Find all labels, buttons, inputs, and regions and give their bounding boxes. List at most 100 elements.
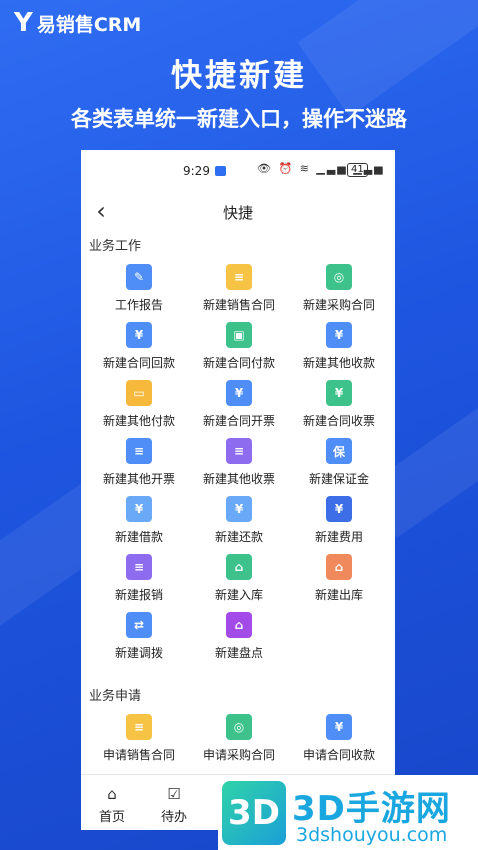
quick-create-item[interactable]: ¥ 新建还款 (189, 490, 289, 548)
icon-glyph: ⇄ (133, 618, 145, 632)
brand-mark-icon: Y (14, 8, 33, 38)
icon-glyph: ✎ (133, 270, 145, 284)
stock-out-icon: ⌂ (326, 554, 352, 580)
home-icon: ⌂ (107, 785, 117, 803)
icon-glyph: ¥ (334, 720, 344, 734)
todo-icon: ☑ (167, 785, 181, 803)
page-title: 快捷 (222, 204, 253, 222)
quick-create-grid-work: ✎ 工作报告 ≡ 新建销售合同 ◎ 新建采购合同 ¥ 新建合同回款 ▣ 新建合同付款 ¥ 新建其他收款… (89, 258, 389, 664)
notification-icon (215, 166, 226, 176)
quick-create-grid-apply: ≡ 申请销售合同 ◎ 申请采购合同 ¥ 申请合同收款 (89, 708, 389, 766)
hero-subtitle: 各类表单统一新建入口，操作不迷路 (71, 107, 407, 131)
quick-create-label: 申请采购合同 (202, 748, 275, 762)
quick-create-label: 申请合同收款 (302, 748, 375, 762)
apply-contract-receipt-icon: ¥ (326, 714, 352, 740)
section-title-work: 业务工作 (89, 239, 142, 254)
quick-create-label: 新建合同收票 (302, 414, 375, 428)
icon-glyph: ¥ (234, 502, 244, 516)
phone-screen: 9:29 👁 ⏰ ≋ ▁▃▅ ▁▃▅ 41 ‹ 快捷 业务工作 ✎ 工作报告 ≡ 新建… (81, 150, 395, 830)
quick-create-item[interactable]: ¥ 新建其他收款 (289, 316, 389, 374)
icon-glyph: ⌂ (234, 560, 244, 574)
icon-glyph: ¥ (334, 328, 344, 342)
status-bar: 9:29 👁 ⏰ ≋ ▁▃▅ ▁▃▅ 41 (81, 150, 395, 192)
apply-purchase-contract-icon: ◎ (226, 714, 252, 740)
quick-create-label: 新建调拨 (114, 646, 163, 660)
transfer-icon: ⇄ (126, 612, 152, 638)
purchase-contract-icon: ◎ (326, 264, 352, 290)
watermark-url: 3dshouyou.com (296, 824, 448, 846)
battery-icon: 41 (347, 163, 368, 177)
contract-payment-icon: ▣ (226, 322, 252, 348)
quick-create-item[interactable]: ≡ 新建销售合同 (189, 258, 289, 316)
tab-label: 首页 (98, 810, 125, 825)
tab-todo[interactable]: ☑ 待办 (143, 775, 205, 830)
quick-create-item[interactable]: ¥ 新建借款 (89, 490, 189, 548)
watermark: 3D 3D手游网 3dshouyou.com (218, 775, 478, 850)
quick-create-label: 新建其他收票 (202, 472, 275, 486)
deposit-icon: 保 (326, 438, 352, 464)
repayment-icon: ¥ (226, 496, 252, 522)
quick-create-item[interactable]: ¥ 申请合同收款 (289, 708, 389, 766)
brand-logo: Y 易销售CRM (14, 8, 141, 38)
quick-create-item[interactable]: ≡ 申请销售合同 (89, 708, 189, 766)
quick-create-item[interactable]: ⌂ 新建出库 (289, 548, 389, 606)
quick-create-item[interactable]: ¥ 新建费用 (289, 490, 389, 548)
quick-create-item[interactable]: ▭ 新建其他付款 (89, 374, 189, 432)
icon-glyph: ≡ (133, 720, 145, 734)
icon-glyph: ¥ (334, 386, 344, 400)
icon-glyph: ¥ (334, 502, 344, 516)
section-title-apply: 业务申请 (89, 689, 142, 704)
quick-create-label: 新建借款 (114, 530, 163, 544)
quick-create-label: 工作报告 (114, 298, 163, 312)
quick-create-item[interactable]: ⌂ 新建盘点 (189, 606, 289, 664)
contract-receipt-icon: ¥ (126, 322, 152, 348)
quick-create-item[interactable]: ¥ 新建合同收票 (289, 374, 389, 432)
tab-home[interactable]: ⌂ 首页 (81, 775, 143, 830)
icon-glyph: ≡ (233, 444, 245, 458)
quick-create-item[interactable]: ¥ 新建合同开票 (189, 374, 289, 432)
other-receive-invoice-icon: ≡ (226, 438, 252, 464)
status-time: 9:29 (183, 164, 210, 178)
quick-create-label: 新建盘点 (214, 646, 263, 660)
quick-create-item[interactable]: ✎ 工作报告 (89, 258, 189, 316)
quick-create-label: 新建出库 (314, 588, 363, 602)
icon-glyph: ≡ (233, 270, 245, 284)
expense-bag-icon: ¥ (326, 496, 352, 522)
contract-receive-invoice-icon: ¥ (326, 380, 352, 406)
icon-glyph: ◎ (333, 270, 345, 284)
contract-invoice-icon: ¥ (226, 380, 252, 406)
quick-create-item[interactable]: ¥ 新建合同回款 (89, 316, 189, 374)
quick-create-label: 新建其他付款 (102, 414, 175, 428)
icon-glyph: ¥ (134, 502, 144, 516)
icon-glyph: ◎ (233, 720, 245, 734)
reimbursement-icon: ≡ (126, 554, 152, 580)
icon-glyph: ⌂ (334, 560, 344, 574)
quick-create-label: 申请销售合同 (102, 748, 175, 762)
watermark-logo: 3D (222, 781, 286, 845)
loan-icon: ¥ (126, 496, 152, 522)
quick-create-item[interactable]: ▣ 新建合同付款 (189, 316, 289, 374)
report-icon: ✎ (126, 264, 152, 290)
icon-glyph: 保 (332, 444, 345, 459)
quick-create-label: 新建其他开票 (102, 472, 175, 486)
icon-glyph: ≡ (133, 444, 145, 458)
nav-bar: ‹ 快捷 (81, 194, 395, 230)
brand-name: 易销售CRM (36, 13, 142, 36)
quick-create-item[interactable]: ⌂ 新建入库 (189, 548, 289, 606)
icon-glyph: ⌂ (234, 618, 244, 632)
inventory-check-icon: ⌂ (226, 612, 252, 638)
other-payment-icon: ▭ (126, 380, 152, 406)
quick-create-item[interactable]: 保新建保证金 (289, 432, 389, 490)
quick-create-label: 新建还款 (214, 530, 263, 544)
quick-create-item[interactable]: ≡ 新建报销 (89, 548, 189, 606)
quick-create-label: 新建入库 (214, 588, 263, 602)
quick-create-label: 新建采购合同 (302, 298, 375, 312)
quick-create-item[interactable]: ◎ 申请采购合同 (189, 708, 289, 766)
other-receipt-icon: ¥ (326, 322, 352, 348)
quick-create-item[interactable]: ◎ 新建采购合同 (289, 258, 389, 316)
quick-create-item[interactable]: ≡ 新建其他收票 (189, 432, 289, 490)
tab-label: 待办 (160, 810, 187, 825)
quick-create-item[interactable]: ⇄ 新建调拨 (89, 606, 189, 664)
quick-create-item[interactable]: ≡ 新建其他开票 (89, 432, 189, 490)
icon-glyph: ▣ (233, 328, 245, 342)
